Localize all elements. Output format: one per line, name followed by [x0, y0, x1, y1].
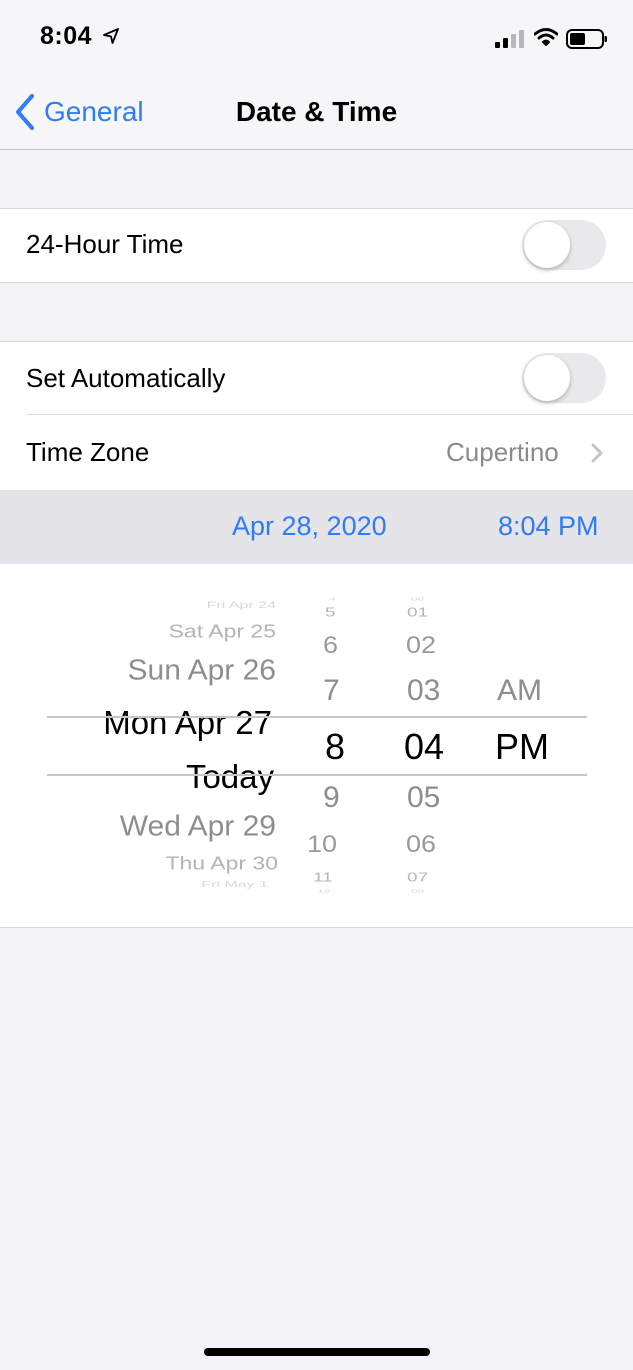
- status-time: 8:04: [40, 22, 93, 50]
- picker-minute-item: 08: [411, 888, 425, 894]
- picker-hour-item: 4: [329, 596, 336, 602]
- picker-day-item: Sun Apr 26: [127, 654, 276, 687]
- picker-minute-item: 07: [407, 870, 429, 885]
- hour24-label: 24-Hour Time: [26, 229, 184, 259]
- picker-day-item: Fri Apr 24: [206, 601, 276, 611]
- page-title: Date & Time: [235, 96, 398, 127]
- picker-minute-item-selected: 04: [404, 726, 445, 767]
- picker-day-item: Thu Apr 30: [165, 852, 278, 874]
- ampm-wheel[interactable]: AM PM: [485, 590, 565, 894]
- wifi-icon: [534, 28, 558, 46]
- picker-day-item: Fri May 1: [201, 880, 268, 890]
- picker-day-item: Wed Apr 29: [119, 810, 276, 843]
- hour-wheel[interactable]: 4 5 6 7 8 9 10 11 12: [300, 590, 370, 894]
- time-zone-value: Cupertino: [446, 437, 559, 467]
- set-automatically-label: Set Automatically: [26, 363, 226, 393]
- picker-hour-item: 6: [323, 631, 339, 659]
- picker-ampm-item-selected: PM: [495, 726, 549, 767]
- picker-ampm-item: AM: [497, 674, 542, 707]
- time-zone-label: Time Zone: [26, 437, 150, 467]
- picker-hour-item: 5: [325, 605, 336, 620]
- picker-minute-item: 00: [411, 596, 425, 602]
- selected-time[interactable]: 8:04 PM: [498, 511, 599, 542]
- picker-hour-item: 7: [323, 674, 340, 707]
- chevron-right-icon: [591, 443, 603, 463]
- battery-icon: [566, 29, 607, 49]
- picker-minute-item: 03: [407, 674, 441, 707]
- day-wheel[interactable]: Fri Apr 24 Sat Apr 25 Sun Apr 26 Mon Apr…: [40, 590, 280, 894]
- hour24-toggle[interactable]: [522, 220, 606, 270]
- toggle-knob: [524, 222, 570, 268]
- picker-minute-item: 01: [407, 605, 429, 620]
- picker-selection-bottom-line: [47, 774, 587, 776]
- picker-hour-item-selected: 8: [325, 726, 346, 767]
- selected-date[interactable]: Apr 28, 2020: [232, 511, 387, 542]
- picker-hour-item: 10: [307, 830, 338, 858]
- picker-hour-item: 9: [323, 781, 340, 814]
- picker-selection-top-line: [47, 716, 587, 718]
- picker-minute-item: 05: [407, 781, 441, 814]
- picker-day-item: Sat Apr 25: [168, 620, 276, 642]
- picker-minute-item: 02: [406, 631, 437, 659]
- cellular-signal-icon: [495, 30, 524, 48]
- picker-day-item: Mon Apr 27: [103, 704, 272, 741]
- minute-wheel[interactable]: 00 01 02 03 04 05 06 07 08: [395, 590, 465, 894]
- picker-minute-item: 06: [406, 830, 437, 858]
- picker-hour-item: 11: [313, 870, 333, 885]
- picker-day-item-selected: Today: [185, 758, 274, 795]
- location-arrow-icon: [103, 28, 119, 44]
- home-indicator[interactable]: [204, 1348, 430, 1356]
- picker-hour-item: 12: [317, 888, 331, 894]
- toggle-knob: [524, 355, 570, 401]
- set-automatically-toggle[interactable]: [522, 353, 606, 403]
